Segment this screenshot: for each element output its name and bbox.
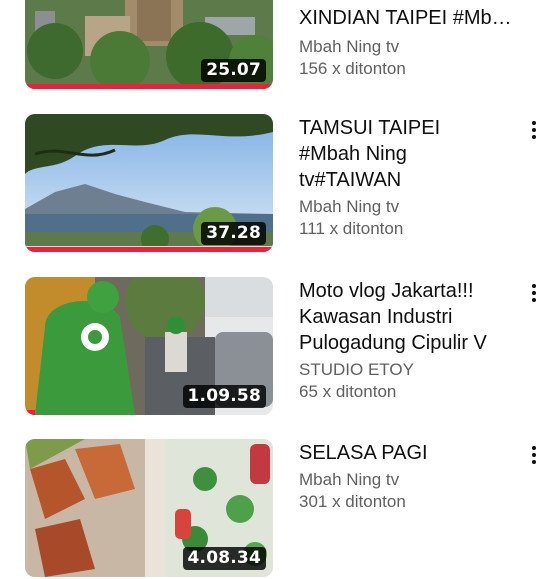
view-count: 111 x ditonton (299, 219, 404, 238)
video-thumbnail[interactable]: 4.08.34 (25, 439, 273, 577)
watch-progress-bar (25, 247, 273, 252)
video-thumbnail[interactable]: 25.07 (25, 0, 273, 89)
video-title[interactable]: TAMSUI TAIPEI #Mbah Ning tv#TAIWAN (299, 115, 519, 193)
video-duration-badge: 25.07 (201, 59, 266, 82)
more-vert-icon[interactable] (524, 443, 544, 471)
watch-progress-bar (25, 410, 35, 415)
video-thumbnail[interactable]: 37.28 (25, 114, 273, 252)
video-title[interactable]: XINDIAN TAIPEI #Mbah Ning tv (299, 5, 515, 31)
video-duration-badge: 1.09.58 (182, 385, 266, 408)
video-item[interactable]: 1.09.58 Moto vlog Jakarta!!! Kawasan Ind… (0, 277, 560, 417)
video-item[interactable]: 4.08.34 SELASA PAGI Mbah Ning tv 301 x d… (0, 439, 560, 579)
video-item[interactable]: 37.28 TAMSUI TAIPEI #Mbah Ning tv#TAIWAN… (0, 114, 560, 254)
more-vert-icon[interactable] (524, 118, 544, 146)
video-item[interactable]: 25.07 XINDIAN TAIPEI #Mbah Ning tv Mbah … (0, 0, 560, 91)
channel-name[interactable]: Mbah Ning tv (299, 197, 399, 217)
watch-progress-bar (25, 84, 273, 89)
view-count: 156 x ditonton (299, 59, 406, 78)
video-title[interactable]: SELASA PAGI (299, 440, 519, 466)
channel-name[interactable]: Mbah Ning tv (299, 37, 399, 57)
channel-name[interactable]: Mbah Ning tv (299, 470, 399, 490)
video-thumbnail[interactable]: 1.09.58 (25, 277, 273, 415)
video-duration-badge: 4.08.34 (182, 547, 266, 570)
more-vert-icon[interactable] (524, 281, 544, 309)
channel-name[interactable]: STUDIO ETOY (299, 360, 414, 380)
video-duration-badge: 37.28 (201, 222, 266, 245)
view-count: 65 x ditonton (299, 382, 397, 401)
view-count: 301 x ditonton (299, 492, 406, 511)
video-title[interactable]: Moto vlog Jakarta!!! Kawasan Industri Pu… (299, 278, 519, 356)
